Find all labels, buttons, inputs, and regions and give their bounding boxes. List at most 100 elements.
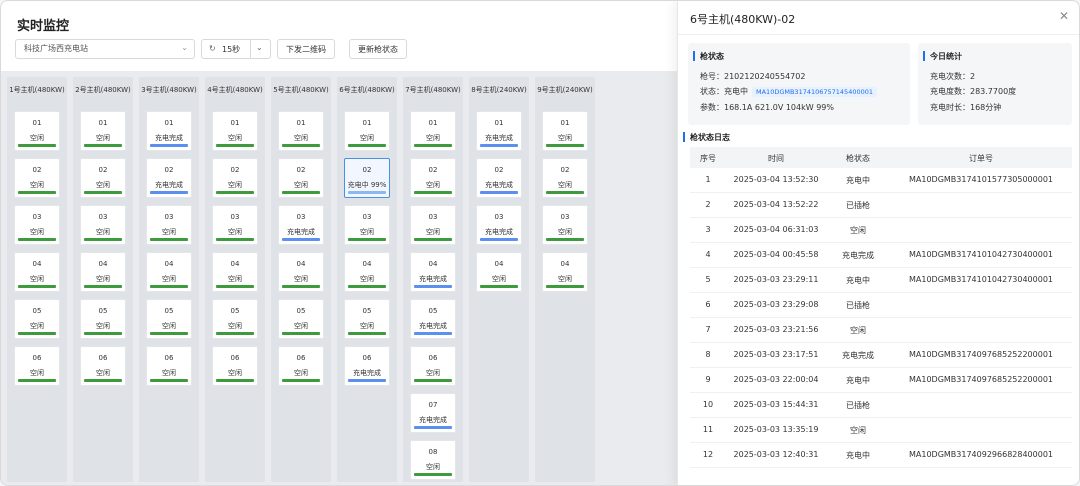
- gun-card[interactable]: 03 空闲: [212, 205, 258, 245]
- gun-card[interactable]: 03 充电完成: [278, 205, 324, 245]
- gun-card[interactable]: 04 空闲: [146, 252, 192, 292]
- gun-card[interactable]: 06 充电完成: [344, 346, 390, 386]
- gun-card[interactable]: 06 空闲: [212, 346, 258, 386]
- table-row[interactable]: 4 2025-03-04 00:45:58 充电完成 MA10DGMB31741010…: [690, 243, 1072, 268]
- gun-card[interactable]: 05 充电完成: [410, 299, 456, 339]
- gun-card[interactable]: 03 空闲: [542, 205, 588, 245]
- gun-card[interactable]: 07 充电完成: [410, 393, 456, 433]
- gun-status: 空闲: [30, 181, 44, 189]
- gun-card[interactable]: 01 空闲: [14, 111, 60, 151]
- gun-card[interactable]: 05 空闲: [212, 299, 258, 339]
- gun-status: 空闲: [162, 275, 176, 283]
- current-order-chip[interactable]: MA10DGMB3174106757145400001: [752, 87, 878, 97]
- gun-status: 空闲: [228, 134, 242, 142]
- gun-number: 03: [32, 213, 42, 221]
- gun-status-bar: [150, 379, 188, 382]
- gun-card[interactable]: 04 空闲: [542, 252, 588, 292]
- gun-card[interactable]: 08 空闲: [410, 440, 456, 480]
- gun-number: 02: [494, 166, 504, 174]
- gun-card[interactable]: 04 充电完成: [410, 252, 456, 292]
- gun-card[interactable]: 01 空闲: [344, 111, 390, 151]
- gun-card[interactable]: 04 空闲: [344, 252, 390, 292]
- gun-card[interactable]: 03 充电完成: [476, 205, 522, 245]
- gun-card[interactable]: 01 空闲: [212, 111, 258, 151]
- gun-card[interactable]: 02 空闲: [542, 158, 588, 198]
- gun-number: 02: [560, 166, 570, 174]
- gun-card[interactable]: 06 空闲: [278, 346, 324, 386]
- row-time: 2025-03-03 23:17:51: [733, 350, 819, 359]
- gun-card[interactable]: 04 空闲: [212, 252, 258, 292]
- gun-card[interactable]: 06 空闲: [410, 346, 456, 386]
- row-seq: 2: [705, 200, 711, 209]
- gun-card[interactable]: 01 空闲: [278, 111, 324, 151]
- gun-number: 05: [230, 307, 240, 315]
- gun-status: 空闲: [294, 369, 308, 377]
- table-row[interactable]: 12 2025-03-03 12:40:31 充电中 MA10DGMB31740929…: [690, 443, 1072, 468]
- refresh-interval-value: 15秒: [222, 45, 241, 54]
- app-frame: 实时监控 科技广场西充电站 ⌄ ↻ 15秒 ⌄ 下发二维码 更新枪状态 1号主机…: [0, 0, 1080, 486]
- gun-card[interactable]: 05 空闲: [80, 299, 126, 339]
- gun-card[interactable]: 02 充电中 99%: [344, 158, 390, 198]
- refresh-interval-select[interactable]: ↻ 15秒 ⌄: [201, 39, 271, 59]
- row-time: 2025-03-04 13:52:30: [733, 175, 819, 184]
- gun-card[interactable]: 04 空闲: [476, 252, 522, 292]
- close-icon[interactable]: ✕: [1059, 9, 1069, 23]
- gun-card[interactable]: 03 空闲: [410, 205, 456, 245]
- gun-card[interactable]: 05 空闲: [344, 299, 390, 339]
- gun-card[interactable]: 05 空闲: [14, 299, 60, 339]
- gun-card[interactable]: 03 空闲: [146, 205, 192, 245]
- table-row[interactable]: 1 2025-03-04 13:52:30 充电中 MA10DGMB317410157…: [690, 168, 1072, 193]
- gun-number: 04: [32, 260, 42, 268]
- gun-card[interactable]: 03 空闲: [14, 205, 60, 245]
- table-header: 序号 时间 枪状态 订单号: [690, 147, 1072, 168]
- gun-card[interactable]: 02 空闲: [278, 158, 324, 198]
- gun-card[interactable]: 06 空闲: [14, 346, 60, 386]
- gun-card[interactable]: 04 空闲: [14, 252, 60, 292]
- update-gun-status-button[interactable]: 更新枪状态: [349, 39, 407, 59]
- gun-card[interactable]: 02 空闲: [80, 158, 126, 198]
- gun-card[interactable]: 05 空闲: [278, 299, 324, 339]
- table-row[interactable]: 9 2025-03-03 22:00:04 充电中 MA10DGMB317409768…: [690, 368, 1072, 393]
- gun-status: 空闲: [162, 369, 176, 377]
- gun-number: 04: [230, 260, 240, 268]
- gun-card[interactable]: 06 空闲: [146, 346, 192, 386]
- gun-card[interactable]: 01 空闲: [80, 111, 126, 151]
- table-row[interactable]: 6 2025-03-03 23:29:08 已插枪: [690, 293, 1072, 318]
- gun-card[interactable]: 01 充电完成: [146, 111, 192, 151]
- row-time: 2025-03-03 15:44:31: [733, 400, 819, 409]
- gun-status: 空闲: [228, 369, 242, 377]
- gun-status: 空闲: [558, 134, 572, 142]
- send-qr-button[interactable]: 下发二维码: [277, 39, 335, 59]
- gun-card[interactable]: 05 空闲: [146, 299, 192, 339]
- table-row[interactable]: 11 2025-03-03 13:35:19 空闲: [690, 418, 1072, 443]
- chevron-down-icon[interactable]: ⌄: [256, 43, 263, 52]
- gun-status-bar: [216, 332, 254, 335]
- station-select[interactable]: 科技广场西充电站 ⌄: [15, 39, 195, 59]
- gun-card[interactable]: 01 充电完成: [476, 111, 522, 151]
- gun-card[interactable]: 02 充电完成: [476, 158, 522, 198]
- gun-card[interactable]: 02 空闲: [14, 158, 60, 198]
- table-row[interactable]: 5 2025-03-03 23:29:11 充电中 MA10DGMB317410104…: [690, 268, 1072, 293]
- gun-card[interactable]: 02 空闲: [410, 158, 456, 198]
- gun-card[interactable]: 03 空闲: [80, 205, 126, 245]
- gun-card[interactable]: 01 空闲: [410, 111, 456, 151]
- gun-card[interactable]: 04 空闲: [80, 252, 126, 292]
- table-row[interactable]: 7 2025-03-03 23:21:56 空闲: [690, 318, 1072, 343]
- table-row[interactable]: 2 2025-03-04 13:52:22 已插枪: [690, 193, 1072, 218]
- gun-status: 充电完成: [419, 322, 447, 330]
- gun-status-bar: [216, 379, 254, 382]
- table-row[interactable]: 10 2025-03-03 15:44:31 已插枪: [690, 393, 1072, 418]
- gun-card[interactable]: 02 空闲: [212, 158, 258, 198]
- gun-status-bar: [546, 191, 584, 194]
- gun-card[interactable]: 03 空闲: [344, 205, 390, 245]
- gun-number: 02: [32, 166, 42, 174]
- gun-status-bar: [150, 144, 188, 147]
- gun-card[interactable]: 02 充电完成: [146, 158, 192, 198]
- gun-card[interactable]: 04 空闲: [278, 252, 324, 292]
- table-row[interactable]: 8 2025-03-03 23:17:51 充电完成 MA10DGMB31740976…: [690, 343, 1072, 368]
- gun-card[interactable]: 01 空闲: [542, 111, 588, 151]
- gun-status-bar: [546, 238, 584, 241]
- gun-card[interactable]: 06 空闲: [80, 346, 126, 386]
- row-seq: 7: [705, 325, 711, 334]
- table-row[interactable]: 3 2025-03-04 06:31:03 空闲: [690, 218, 1072, 243]
